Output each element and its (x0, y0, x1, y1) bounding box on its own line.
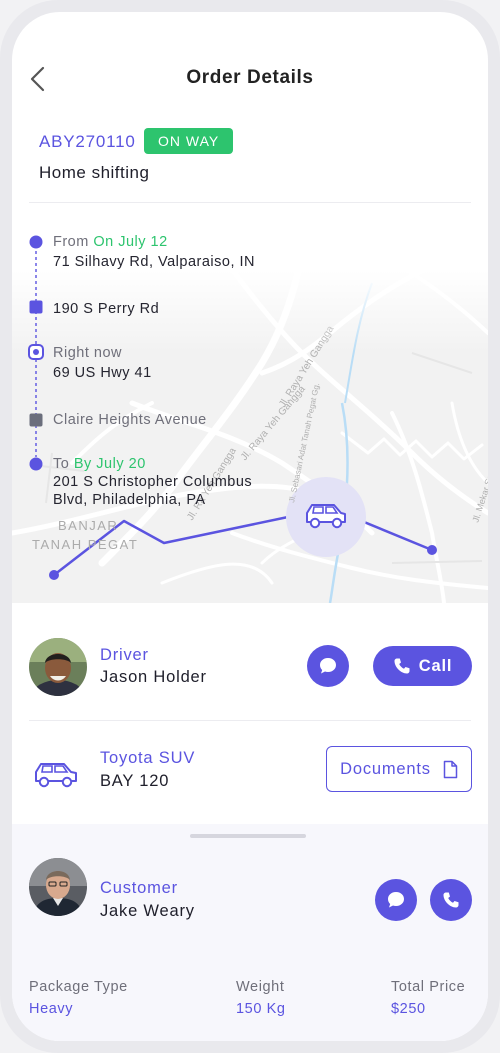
route-stop-pending: Claire Heights Avenue (53, 412, 207, 428)
phone-icon (443, 892, 459, 908)
chat-bubble-icon (388, 892, 404, 908)
route-start-dot (49, 570, 59, 580)
order-type: Home shifting (39, 163, 150, 182)
map-label-tanah-pegat: TANAH PEGAT (32, 537, 138, 552)
route-stop: 190 S Perry Rd (53, 301, 160, 317)
origin-dot-icon (29, 235, 43, 249)
customer-call-button[interactable] (430, 879, 472, 921)
from-date: On July 12 (93, 234, 168, 250)
phone-frame: Order Details ABY270110 ON WAY Home shif… (0, 0, 500, 1053)
vehicle-icon-wrap (33, 761, 79, 794)
phone-icon (394, 658, 410, 674)
total-price-value: $250 (391, 1001, 426, 1017)
customer-avatar (29, 858, 87, 916)
customer-name: Jake Weary (100, 902, 195, 920)
header: Order Details (12, 12, 488, 122)
map-overlay (12, 203, 488, 353)
driver-role: Driver (100, 646, 149, 664)
document-icon (443, 760, 458, 778)
to-address-line2: Blvd, Philadelphia, PA (53, 492, 206, 508)
current-label: Right now (53, 345, 122, 361)
from-address: 71 Silhavy Rd, Valparaiso, IN (53, 254, 256, 270)
call-driver-button[interactable]: Call (373, 646, 472, 686)
package-type-label: Package Type (29, 979, 128, 995)
sheet-handle[interactable] (190, 834, 306, 838)
package-type-value: Heavy (29, 1001, 74, 1017)
car-icon (306, 504, 346, 529)
current-location-icon (28, 344, 44, 360)
customer-message-button[interactable] (375, 879, 417, 921)
weight-label: Weight (236, 979, 285, 995)
to-prefix: To (53, 456, 70, 472)
route-end-dot (427, 545, 437, 555)
driver-avatar (29, 638, 87, 696)
map-label-banjar: BANJAR (58, 518, 118, 533)
from-prefix: From (53, 234, 89, 250)
total-price-label: Total Price (391, 979, 466, 995)
screen: Order Details ABY270110 ON WAY Home shif… (12, 12, 488, 1041)
map-label-road: Jl. Mekar Sari (470, 468, 488, 523)
current-address: 69 US Hwy 41 (53, 365, 152, 381)
to-date: By July 20 (73, 456, 146, 472)
divider (29, 720, 471, 721)
route-current: Right now 69 US Hwy 41 (53, 343, 152, 383)
documents-button[interactable]: Documents (326, 746, 472, 792)
status-badge: ON WAY (144, 128, 234, 154)
call-label: Call (418, 656, 453, 675)
to-address-line1: 201 S Christopher Columbus (53, 474, 253, 490)
route-map[interactable]: BANJAR TANAH PEGAT Jl. Raya Yeh Gangga J… (12, 203, 488, 603)
vehicle-model: Toyota SUV (100, 749, 196, 767)
route-origin: From On July 12 71 Silhavy Rd, Valparais… (53, 232, 255, 272)
vehicle-plate: BAY 120 (100, 772, 170, 790)
car-icon (35, 763, 77, 788)
driver-message-button[interactable] (307, 645, 349, 687)
pending-stop-icon (29, 413, 43, 427)
order-id: ABY270110 (39, 132, 136, 151)
driver-name: Jason Holder (100, 668, 207, 686)
weight-value: 150 Kg (236, 1001, 286, 1017)
destination-dot-icon (29, 457, 43, 471)
customer-sheet: Customer Jake Weary Package Type Heavy W… (12, 824, 488, 1041)
page-title: Order Details (186, 67, 314, 88)
route-destination: To By July 20 201 S Christopher Columbus… (53, 455, 252, 509)
documents-label: Documents (340, 759, 431, 778)
chat-bubble-icon (320, 658, 336, 674)
customer-role: Customer (100, 879, 178, 897)
stop-square-icon (29, 300, 43, 314)
